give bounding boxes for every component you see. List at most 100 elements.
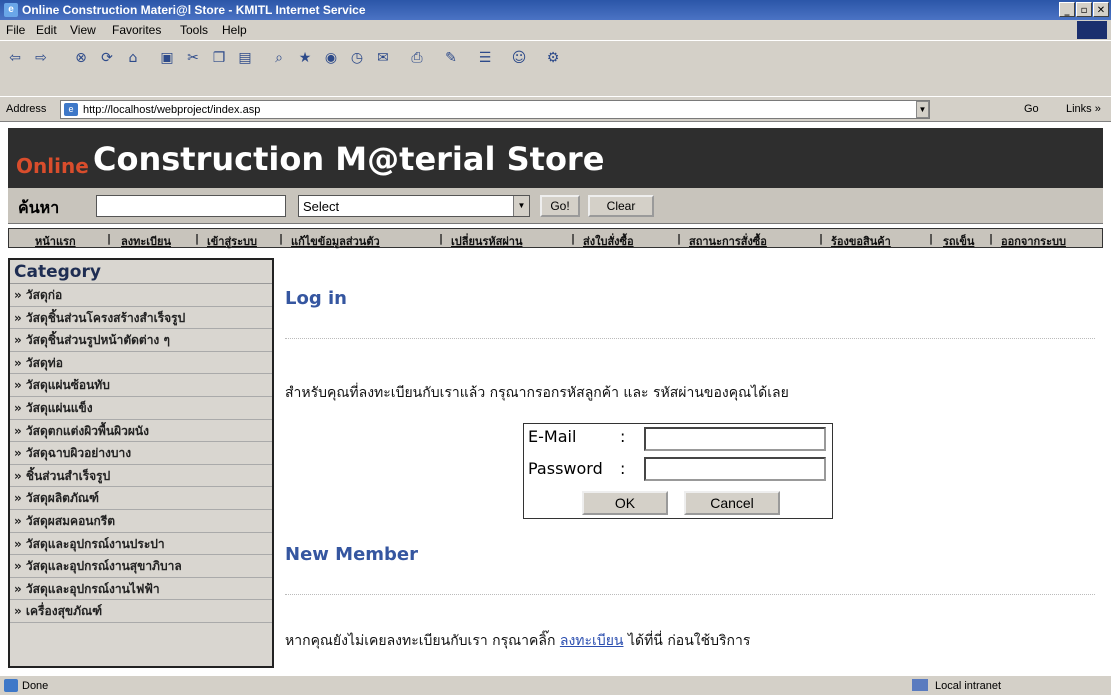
category-item[interactable]: » วัสดุและอุปกรณ์งานไฟฟ้า <box>10 578 272 601</box>
category-select[interactable]: Select ▼ <box>298 195 530 217</box>
nav-separator: | <box>279 232 284 245</box>
address-label: Address <box>6 103 47 115</box>
close-button[interactable]: ✕ <box>1093 2 1109 17</box>
nav-submit-order[interactable]: ส่งใบสั่งซื้อ <box>583 232 634 250</box>
copy-icon[interactable]: ❐ <box>208 47 230 69</box>
category-item[interactable]: » ชิ้นส่วนสำเร็จรูป <box>10 465 272 488</box>
windows-logo-icon <box>1077 21 1107 39</box>
site-online-label: Online <box>16 154 89 178</box>
maximize-button[interactable]: ▫ <box>1076 2 1092 17</box>
menu-help[interactable]: Help <box>222 23 247 37</box>
edit-icon[interactable]: ✎ <box>440 47 462 69</box>
sidebar-heading: Category <box>10 260 272 284</box>
category-item[interactable]: » วัสดุก่อ <box>10 284 272 307</box>
email-field[interactable] <box>644 427 826 451</box>
address-input[interactable]: e http://localhost/webproject/index.asp <box>60 100 930 119</box>
links-button[interactable]: Links » <box>1066 103 1101 115</box>
search-icon[interactable]: ⌕ <box>268 47 290 69</box>
paste-icon[interactable]: ▤ <box>234 47 256 69</box>
category-item[interactable]: » วัสดุชิ้นส่วนโครงสร้างสำเร็จรูป <box>10 307 272 330</box>
login-heading: Log in <box>285 288 347 309</box>
search-bar: ค้นหา Select ▼ Go! Clear <box>8 188 1103 224</box>
go-search-button[interactable]: Go! <box>540 195 580 217</box>
chevron-down-icon[interactable]: ▼ <box>513 196 529 216</box>
nav-separator: | <box>989 232 994 245</box>
category-item[interactable]: » วัสดุผลิตภัณฑ์ <box>10 487 272 510</box>
password-field[interactable] <box>644 457 826 481</box>
menu-favorites[interactable]: Favorites <box>112 23 161 37</box>
nav-separator: | <box>571 232 576 245</box>
divider <box>285 594 1095 595</box>
category-item[interactable]: » วัสดุและอุปกรณ์งานประปา <box>10 533 272 556</box>
new-member-text-before: หากคุณยังไม่เคยลงทะเบียนกับเรา กรุณาคลิ๊… <box>285 633 560 649</box>
menu-edit[interactable]: Edit <box>36 23 57 37</box>
status-text: Done <box>22 680 49 692</box>
cut-icon[interactable]: ✂ <box>182 47 204 69</box>
menu-tools[interactable]: Tools <box>180 23 208 37</box>
nav-edit-profile[interactable]: แก้ไขข้อมูลส่วนตัว <box>291 232 380 250</box>
nav-separator: | <box>439 232 444 245</box>
category-item[interactable]: » วัสดุผสมคอนกรีต <box>10 510 272 533</box>
login-form: E-Mail : Password : OK Cancel <box>523 423 833 519</box>
home-icon[interactable]: ⌂ <box>122 47 144 69</box>
favorites-icon[interactable]: ★ <box>294 47 316 69</box>
email-label: E-Mail <box>528 427 577 446</box>
nav-order-status[interactable]: สถานะการสั่งซื้อ <box>689 232 767 250</box>
category-item[interactable]: » วัสดุตกแต่งผิวพื้นผิวผนัง <box>10 420 272 443</box>
nav-request-product[interactable]: ร้องขอสินค้า <box>831 232 891 250</box>
browser-toolbar: ⇦ ⇨ ⊗ ⟳ ⌂ ▣ ✂ ❐ ▤ ⌕ ★ ◉ ◷ ✉ ⎙ ✎ ☰ ☺ ⚙ <box>0 40 1111 96</box>
register-link[interactable]: ลงทะเบียน <box>560 633 624 649</box>
intranet-icon <box>912 679 928 691</box>
go-button[interactable]: Go <box>1024 103 1039 115</box>
nav-home[interactable]: หน้าแรก <box>35 232 76 250</box>
minimize-button[interactable]: _ <box>1059 2 1075 17</box>
nav-cart[interactable]: รถเข็น <box>943 232 974 250</box>
menu-view[interactable]: View <box>70 23 96 37</box>
category-sidebar: Category » วัสดุก่อ » วัสดุชิ้นส่วนโครงส… <box>8 258 274 668</box>
media-icon[interactable]: ◉ <box>320 47 342 69</box>
status-bar: Done Local intranet <box>0 675 1111 695</box>
nav-register[interactable]: ลงทะเบียน <box>121 232 171 250</box>
nav-separator: | <box>929 232 934 245</box>
window-titlebar: e Online Construction Materi@l Store - K… <box>0 0 1111 20</box>
address-url: http://localhost/webproject/index.asp <box>83 104 261 116</box>
messenger-icon[interactable]: ☺ <box>508 47 530 69</box>
mail-icon[interactable]: ✉ <box>372 47 394 69</box>
category-item[interactable]: » เครื่องสุขภัณฑ์ <box>10 600 272 623</box>
discuss-icon[interactable]: ☰ <box>474 47 496 69</box>
password-colon: : <box>620 459 626 478</box>
category-item[interactable]: » วัสดุท่อ <box>10 352 272 375</box>
category-item[interactable]: » วัสดุชิ้นส่วนรูปหน้าตัดต่าง ๆ <box>10 329 272 352</box>
password-label: Password <box>528 459 603 478</box>
nav-change-password[interactable]: เปลี่ยนรหัสผ่าน <box>451 232 522 250</box>
ie-icon: e <box>4 3 18 17</box>
nav-separator: | <box>819 232 824 245</box>
page-icon: e <box>64 103 78 116</box>
nav-logout[interactable]: ออกจากระบบ <box>1001 232 1066 250</box>
refresh-icon[interactable]: ⟳ <box>96 47 118 69</box>
search-label: ค้นหา <box>18 198 60 217</box>
new-member-text: หากคุณยังไม่เคยลงทะเบียนกับเรา กรุณาคลิ๊… <box>285 630 750 652</box>
category-item[interactable]: » วัสดุและอุปกรณ์งานสุขาภิบาล <box>10 555 272 578</box>
divider <box>285 338 1095 339</box>
search-input[interactable] <box>96 195 286 217</box>
category-item[interactable]: » วัสดุฉาบผิวอย่างบาง <box>10 442 272 465</box>
category-select-value: Select <box>303 199 340 214</box>
stop-icon[interactable]: ⊗ <box>70 47 92 69</box>
history2-icon[interactable]: ◷ <box>346 47 368 69</box>
history-icon[interactable]: ▣ <box>156 47 178 69</box>
cancel-button[interactable]: Cancel <box>684 491 780 515</box>
category-item[interactable]: » วัสดุแผ่นซ้อนทับ <box>10 374 272 397</box>
window-title: Online Construction Materi@l Store - KMI… <box>22 3 366 17</box>
address-dropdown-icon[interactable]: ▼ <box>916 101 929 118</box>
clear-button[interactable]: Clear <box>588 195 654 217</box>
nav-login[interactable]: เข้าสู่ระบบ <box>207 232 257 250</box>
forward-icon[interactable]: ⇨ <box>30 47 52 69</box>
print-icon[interactable]: ⎙ <box>406 47 428 69</box>
menu-file[interactable]: File <box>6 23 25 37</box>
category-item[interactable]: » วัสดุแผ่นแข็ง <box>10 397 272 420</box>
back-icon[interactable]: ⇦ <box>4 47 26 69</box>
ok-button[interactable]: OK <box>582 491 668 515</box>
email-colon: : <box>620 427 626 446</box>
tools-icon[interactable]: ⚙ <box>542 47 564 69</box>
